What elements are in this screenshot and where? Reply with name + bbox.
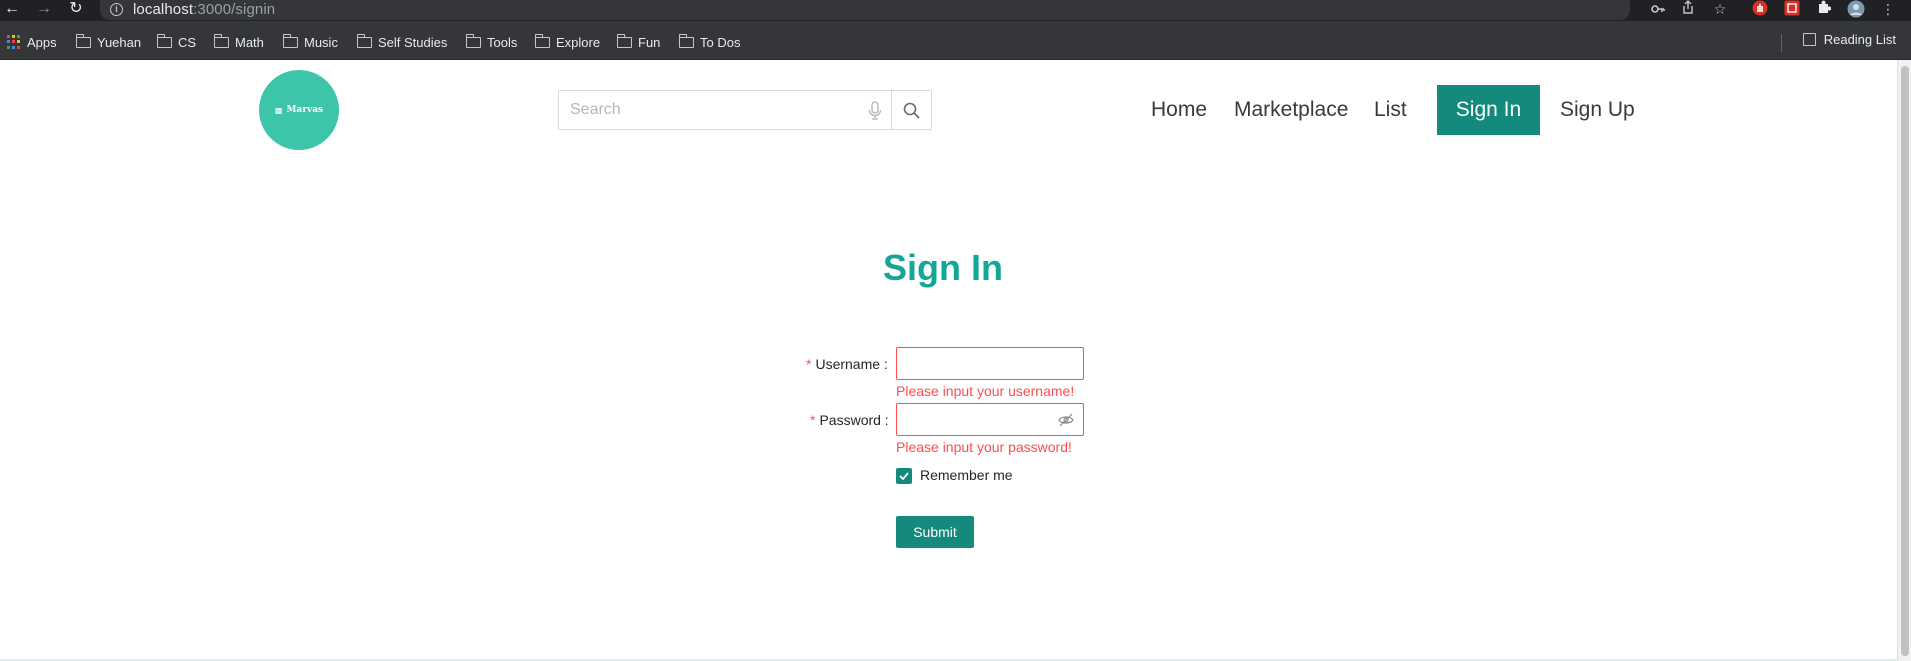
password-field[interactable] <box>897 404 1083 435</box>
nav-marketplace[interactable]: Marketplace <box>1234 98 1348 122</box>
bookmark-folder-self-studies[interactable]: Self Studies <box>356 32 447 52</box>
info-icon[interactable]: i <box>110 3 123 16</box>
folder-icon <box>156 33 172 48</box>
checkmark-icon <box>899 472 909 480</box>
bookmark-folder-to-dos[interactable]: To Dos <box>678 32 740 52</box>
extension-badge-icon[interactable] <box>1782 0 1802 20</box>
back-arrow-icon[interactable]: ← <box>2 0 22 21</box>
password-label: * Password : <box>810 412 889 428</box>
submit-button[interactable]: Submit <box>896 516 974 548</box>
password-error: Please input your password! <box>896 439 1072 455</box>
bookmark-folder-explore[interactable]: Explore <box>534 32 600 52</box>
site-logo[interactable]: ▩ Marvas <box>259 70 339 150</box>
search-button[interactable] <box>891 91 931 129</box>
reading-list-button[interactable]: Reading List <box>1802 32 1896 47</box>
apps-grid-icon <box>7 35 21 49</box>
username-label: * Username : <box>806 356 888 372</box>
bookmarks-divider <box>1781 34 1782 52</box>
folder-icon <box>75 33 91 48</box>
profile-avatar-icon[interactable] <box>1846 0 1866 20</box>
key-icon[interactable] <box>1648 0 1668 20</box>
username-field[interactable] <box>897 348 1083 379</box>
remember-me-checkbox[interactable] <box>896 468 912 484</box>
bookmark-folder-yuehan[interactable]: Yuehan <box>75 32 141 52</box>
search-box <box>558 90 932 130</box>
bookmark-folder-tools[interactable]: Tools <box>465 32 517 52</box>
puzzle-icon[interactable] <box>1814 0 1834 20</box>
reading-list-icon <box>1802 33 1816 46</box>
forward-arrow-icon[interactable]: → <box>34 0 54 21</box>
page-title: Sign In <box>883 247 1003 288</box>
bookmark-folder-fun[interactable]: Fun <box>616 32 660 52</box>
folder-icon <box>213 33 229 48</box>
bookmark-folder-cs[interactable]: CS <box>156 32 196 52</box>
page-scrollbar[interactable] <box>1897 60 1911 661</box>
share-icon[interactable] <box>1678 0 1698 20</box>
folder-icon <box>356 33 372 48</box>
nav-sign-up[interactable]: Sign Up <box>1560 98 1635 122</box>
username-field-wrapper <box>896 347 1084 380</box>
folder-icon <box>282 33 298 48</box>
folder-icon <box>678 33 694 48</box>
folder-icon <box>534 33 550 48</box>
folder-icon <box>465 33 481 48</box>
search-input[interactable] <box>559 91 892 129</box>
bookmarks-bar: Apps Yuehan CS Math Music Self Studies T… <box>0 21 1911 60</box>
browser-toolbar: ← → ↻ i localhost:3000/signin ☆ ⋮ <box>0 0 1911 21</box>
nav-sign-in[interactable]: Sign In <box>1437 85 1540 135</box>
password-field-wrapper <box>896 403 1084 436</box>
folder-icon <box>616 33 632 48</box>
microphone-icon[interactable] <box>867 101 883 121</box>
eye-invisible-icon[interactable] <box>1058 413 1074 427</box>
scrollbar-thumb[interactable] <box>1901 66 1909 656</box>
extension-red-icon[interactable] <box>1750 0 1770 20</box>
nav-home[interactable]: Home <box>1151 98 1207 122</box>
search-icon <box>903 102 920 119</box>
reload-icon[interactable]: ↻ <box>66 0 86 21</box>
kebab-menu-icon[interactable]: ⋮ <box>1878 0 1898 20</box>
bookmark-apps[interactable]: Apps <box>7 32 57 52</box>
url-text[interactable]: localhost:3000/signin <box>133 1 275 18</box>
address-bar[interactable]: i localhost:3000/signin <box>100 0 1630 20</box>
required-mark: * <box>810 412 816 428</box>
bookmark-folder-music[interactable]: Music <box>282 32 338 52</box>
logo-glyph-icon: ▩ <box>274 105 283 115</box>
remember-me-label[interactable]: Remember me <box>920 467 1013 483</box>
star-icon[interactable]: ☆ <box>1710 0 1730 20</box>
nav-list[interactable]: List <box>1374 98 1407 122</box>
bookmark-folder-math[interactable]: Math <box>213 32 264 52</box>
username-error: Please input your username! <box>896 383 1075 399</box>
required-mark: * <box>806 356 812 372</box>
